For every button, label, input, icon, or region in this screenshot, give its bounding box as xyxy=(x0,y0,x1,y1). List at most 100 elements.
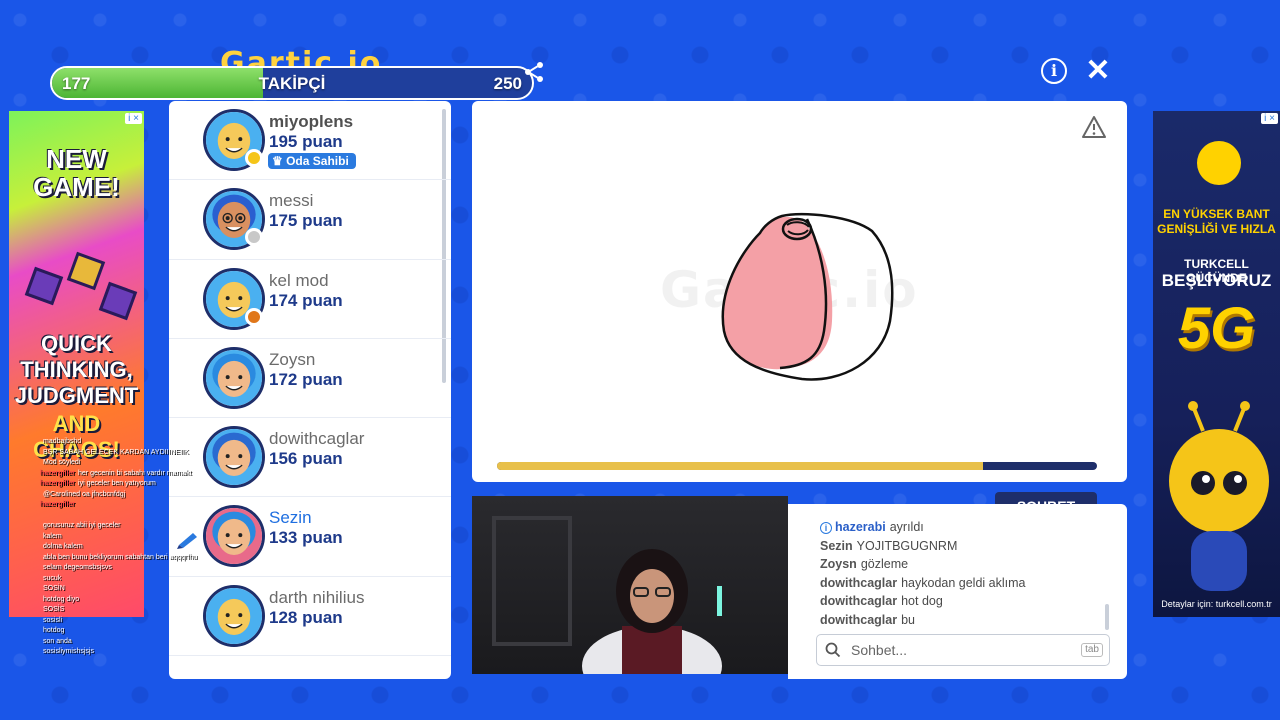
stream-chat-text: gorusuruz abii iyi geceler xyxy=(43,522,121,529)
player-name: dowithcaglar xyxy=(269,429,365,449)
stream-chat-line: son anda xyxy=(40,637,260,648)
stream-chat-line: dolma kalem xyxy=(40,542,260,553)
stream-chat-line: hotdog diyo xyxy=(40,595,260,606)
chat-input-box[interactable]: tab xyxy=(816,634,1110,666)
player-name: miyoplens xyxy=(269,112,354,131)
stream-chat-line: sosisliymishsjsjs xyxy=(40,647,260,658)
stream-chat-text: sosisli xyxy=(43,616,63,624)
chat-panel: i hazerabi ayrıldı Sezin YOJITBGUGNRM Zoysn gö… xyxy=(788,504,1127,679)
stream-chat-text: @Carolined oa jfncbcnfdgj xyxy=(43,490,126,498)
stream-chat-text: abla ben bunu bekliyorum sabahtan beri a… xyxy=(43,553,198,561)
close-icon[interactable]: ✕ xyxy=(1085,56,1111,86)
player-score: 175 puan xyxy=(269,211,343,231)
ad-choices-badge[interactable]: i × xyxy=(1261,113,1278,124)
stream-chat-line: BŞR SABAH GELECEK KARDAN AYDIIINEIIK xyxy=(40,448,260,459)
chat-message: Zoysn gözleme xyxy=(820,555,1110,574)
player-row[interactable]: kel mod 174 puan xyxy=(169,260,451,339)
player-score: 128 puan xyxy=(269,607,343,627)
stream-chat-text: sosisliymishsjsjs xyxy=(43,648,94,655)
drawing-canvas[interactable]: Gartic.io xyxy=(472,101,1127,482)
follower-label: TAKİPÇİ xyxy=(258,74,326,93)
ad-cube-graphic xyxy=(98,281,138,321)
player-score: 133 puan xyxy=(269,528,343,548)
chat-author: dowithcaglar xyxy=(820,612,898,627)
ad-left-tagline: QUICK THINKING, JUDGMENT xyxy=(14,331,139,408)
chat-messages: i hazerabi ayrıldı Sezin YOJITBGUGNRM Zoysn gö… xyxy=(820,518,1110,629)
stream-chat-line: madbajbshd xyxy=(40,437,260,448)
chat-message: Sezin YOJITBGUGNRM xyxy=(820,537,1110,556)
info-icon: i xyxy=(820,522,832,534)
player-status-dot xyxy=(245,307,263,326)
player-status-dot xyxy=(245,149,263,167)
ad-right-footer: Detaylar için: turkcell.com.tr xyxy=(1161,599,1272,609)
stream-chat-text: kalem xyxy=(43,532,62,540)
player-score: 172 puan xyxy=(269,369,343,389)
stream-chat-text: Mod söyledi xyxy=(43,459,81,466)
stream-chat-line: @Carolined oa jfncbcnfdgj xyxy=(40,490,260,501)
info-icon[interactable]: i xyxy=(1041,58,1067,84)
crown-icon: ♛ xyxy=(272,154,287,168)
stream-chat-line: SOSİS xyxy=(40,605,260,616)
player-score: 174 puan xyxy=(269,290,343,310)
ad-left-headline: NEW GAME! xyxy=(33,144,120,202)
chat-text: hot dog xyxy=(901,594,943,608)
chat-message: dowithcaglar bu xyxy=(820,611,1110,630)
search-icon xyxy=(825,642,841,658)
chat-text: YOJITBGUGNRM xyxy=(856,538,958,553)
player-score: 156 puan xyxy=(269,449,343,469)
player-name: kel mod xyxy=(269,270,329,290)
stream-chat-line: sosisli xyxy=(40,616,260,627)
stream-chat-text: her gecenin bi sabahı vardır mamakt xyxy=(78,469,192,477)
ad-right-5g: 5G xyxy=(1177,296,1256,361)
streamer-figure xyxy=(582,549,722,674)
chat-message: dowithcaglar hot dog xyxy=(820,592,1110,611)
ad-banner-right[interactable]: i × EN YÜKSEK BANT GENİŞLİĞİ VE HIZLA TU… xyxy=(1153,111,1280,617)
follower-progress-bar: 177 TAKİPÇİ 250 xyxy=(50,66,534,100)
chat-input[interactable] xyxy=(851,639,1071,661)
stream-chat-line: selam degeomsbsjsvs xyxy=(40,563,260,574)
tab-key-hint: tab xyxy=(1081,643,1103,657)
follower-goal: 250 xyxy=(493,74,522,93)
report-warning-icon[interactable] xyxy=(1081,115,1107,139)
streamer-webcam xyxy=(472,496,788,674)
stream-chat-user: hazergiller xyxy=(40,501,76,508)
stream-chat-text: BŞR SABAH GELECEK KARDAN AYDIIINEIIK xyxy=(43,448,189,456)
chat-author: Sezin xyxy=(820,538,853,553)
turkcell-logo xyxy=(1197,141,1241,185)
ad-right-headline: EN YÜKSEK BANT GENİŞLİĞİ VE HIZLA xyxy=(1157,207,1276,236)
stream-chat-text: hotdog diyo xyxy=(43,595,80,603)
stream-chat-text: madbajbshd xyxy=(43,438,82,445)
stream-chat-text: sucuk xyxy=(43,574,62,582)
stream-chat-text: dolma kalem xyxy=(43,543,83,550)
player-row[interactable]: messi 175 puan xyxy=(169,180,451,260)
stream-chat-line: gorusuruz abii iyi geceler xyxy=(40,521,260,532)
stream-chat-line: SOSİN xyxy=(40,584,260,595)
chat-text: ayrıldı xyxy=(889,520,924,534)
chat-scrollbar[interactable] xyxy=(1105,604,1109,630)
ad-cube-graphic xyxy=(24,266,64,306)
player-name: darth nihilius xyxy=(269,587,365,607)
room-owner-badge: ♛ Oda Sahibi xyxy=(268,153,356,169)
stream-chat-user: hazergiller xyxy=(40,469,76,477)
player-name: Sezin xyxy=(269,508,312,528)
share-icon[interactable] xyxy=(522,60,546,84)
ad-choices-badge[interactable]: i × xyxy=(125,113,142,124)
player-row[interactable]: Zoysn 172 puan xyxy=(169,339,451,419)
stream-chat-line: Mod söyledi xyxy=(40,458,260,469)
chat-text: haykodan geldi aklıma xyxy=(901,575,1026,590)
chat-author: Zoysn xyxy=(820,557,857,571)
stream-chat-text: SOSİS xyxy=(43,606,65,613)
stream-chat-text: iyi geceler ben yatıyorum xyxy=(78,480,156,487)
stream-chat-text: selam degeomsbsjsvs xyxy=(43,564,112,571)
stream-chat-text: hotdog xyxy=(43,627,65,634)
stream-chat-line: sucuk xyxy=(40,574,260,585)
stream-chat-user: hazergiller xyxy=(40,480,76,487)
chat-text: gözleme xyxy=(860,557,909,571)
chat-author: hazerabi xyxy=(835,520,886,534)
chat-system-message: i hazerabi ayrıldı xyxy=(820,518,1110,537)
round-timer-fill xyxy=(497,462,983,470)
chat-message: dowithcaglar haykodan geldi aklıma xyxy=(820,574,1110,593)
stream-chat-line xyxy=(40,511,260,522)
player-row[interactable]: miyoplens 195 puan ♛ Oda Sahibi xyxy=(169,101,451,181)
round-timer-bar xyxy=(497,462,1097,470)
